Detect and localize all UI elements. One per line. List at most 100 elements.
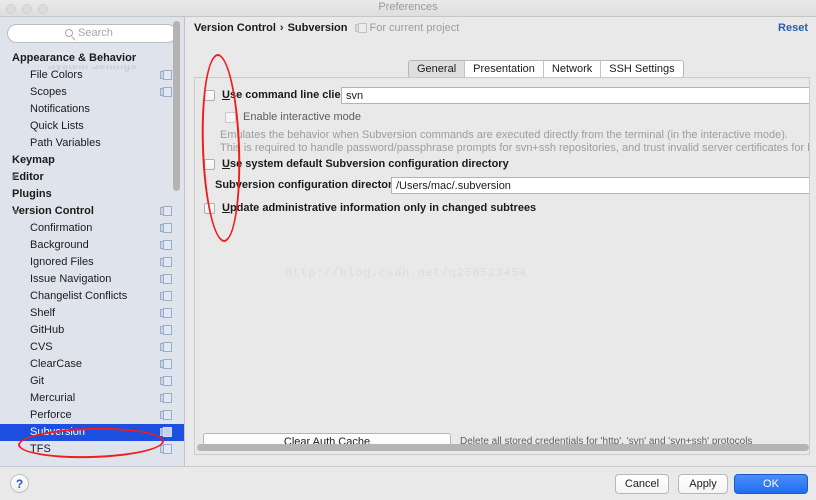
sidebar-item-perforce[interactable]: Perforce (0, 407, 184, 424)
interactive-mode-label: Enable interactive mode (243, 111, 362, 123)
config-dir-input[interactable]: /Users/mac/.subversion (391, 177, 809, 194)
sidebar-item-ignored-files[interactable]: Ignored Files (0, 254, 184, 271)
sidebar-item-cvs[interactable]: CVS (0, 339, 184, 356)
apply-button[interactable]: Apply (678, 474, 728, 494)
tab-bar[interactable]: General Presentation Network SSH Settings (408, 60, 684, 78)
sidebar-item-path-variables[interactable]: Path Variables (0, 135, 184, 152)
copy-settings-icon[interactable] (160, 342, 172, 352)
description-line-1: Emulates the behavior when Subversion co… (220, 129, 788, 141)
panel-horizontal-scrollbar[interactable] (197, 444, 809, 451)
project-scope-label: For current project (369, 22, 460, 34)
sidebar-item-scopes[interactable]: Scopes (0, 84, 184, 101)
update-admin-checkbox[interactable] (204, 202, 215, 214)
copy-settings-icon[interactable] (160, 308, 172, 318)
sidebar-item-label: Confirmation (30, 222, 93, 234)
sidebar-item-version-control[interactable]: Version Control (0, 203, 184, 220)
copy-settings-icon[interactable] (160, 393, 172, 403)
sidebar-item-appearance-behavior[interactable]: Appearance & Behavior (0, 50, 184, 67)
tab-presentation[interactable]: Presentation (465, 61, 544, 77)
copy-settings-icon[interactable] (160, 410, 172, 420)
copy-settings-icon[interactable] (160, 87, 172, 97)
search-input[interactable]: Search (7, 24, 177, 43)
sidebar-item-file-colors[interactable]: File Colors (0, 67, 184, 84)
search-field-wrapper[interactable]: Search (7, 24, 177, 43)
copy-settings-icon[interactable] (160, 427, 172, 437)
sidebar-item-plugins[interactable]: Plugins (0, 186, 184, 203)
tab-ssh-settings[interactable]: SSH Settings (601, 61, 683, 77)
dialog-footer: ? Cancel Apply OK (0, 466, 816, 500)
copy-settings-icon[interactable] (160, 376, 172, 386)
tab-general[interactable]: General (409, 61, 466, 77)
sidebar-item-background[interactable]: Background (0, 237, 184, 254)
use-system-default-checkbox[interactable] (204, 158, 215, 170)
copy-settings-icon[interactable] (160, 223, 172, 233)
sidebar-item-git[interactable]: Git (0, 373, 184, 390)
sidebar-item-label: GitHub (30, 324, 65, 336)
ok-button[interactable]: OK (734, 474, 808, 494)
copy-settings-icon[interactable] (160, 257, 172, 267)
update-admin-row[interactable]: Update administrative information only i… (204, 202, 536, 214)
sidebar-item-label: Keymap (12, 154, 55, 166)
sidebar-item-label: Scopes (30, 86, 67, 98)
sidebar-item-label: Mercurial (30, 392, 76, 404)
sidebar-item-label: Ignored Files (30, 256, 94, 268)
copy-settings-icon[interactable] (160, 325, 172, 335)
sidebar-item-confirmation[interactable]: Confirmation (0, 220, 184, 237)
sidebar-item-subversion[interactable]: Subversion (0, 424, 184, 441)
use-cli-checkbox[interactable] (204, 89, 215, 101)
breadcrumb-root[interactable]: Version Control (194, 22, 276, 34)
sidebar-item-mercurial[interactable]: Mercurial (0, 390, 184, 407)
sidebar-item-label: Issue Navigation (30, 273, 112, 285)
sidebar-scrollbar-thumb[interactable] (173, 21, 180, 191)
use-system-default-row[interactable]: Use system default Subversion configurat… (204, 158, 509, 170)
copy-settings-icon[interactable] (160, 274, 172, 284)
copy-settings-icon[interactable] (160, 206, 172, 216)
copy-settings-icon[interactable] (160, 359, 172, 369)
settings-sidebar: Search System Settings Appearance & Beha… (0, 17, 185, 466)
sidebar-item-tfs[interactable]: TFS (0, 441, 184, 458)
sidebar-item-label: ClearCase (30, 358, 82, 370)
sidebar-item-changelist-conflicts[interactable]: Changelist Conflicts (0, 288, 184, 305)
chevron-down-icon[interactable] (13, 210, 19, 214)
sidebar-item-label: Path Variables (30, 137, 101, 149)
config-dir-value: /Users/mac/.subversion (396, 179, 511, 192)
settings-tree[interactable]: System Settings Appearance & Behavior Fil… (0, 50, 184, 466)
cli-path-input[interactable]: svn (341, 87, 809, 104)
search-placeholder: Search (78, 27, 113, 39)
window-title: Preferences (378, 1, 438, 13)
sidebar-item-quick-lists[interactable]: Quick Lists (0, 118, 184, 135)
interactive-mode-row[interactable]: Enable interactive mode (225, 111, 361, 123)
interactive-mode-checkbox[interactable] (225, 111, 236, 123)
sidebar-item-clearcase[interactable]: ClearCase (0, 356, 184, 373)
sidebar-item-label: TFS (30, 443, 51, 455)
sidebar-item-label: Shelf (30, 307, 56, 319)
copy-settings-icon[interactable] (160, 444, 172, 454)
copy-settings-icon[interactable] (160, 70, 172, 80)
cancel-button[interactable]: Cancel (615, 474, 669, 494)
sidebar-item-label: Appearance & Behavior (12, 52, 137, 64)
breadcrumb-separator: › (279, 22, 284, 34)
config-dir-label: Subversion configuration directory: (215, 179, 403, 191)
copy-settings-icon[interactable] (160, 240, 172, 250)
use-cli-row[interactable]: Use command line client: (204, 89, 355, 101)
sidebar-item-notifications[interactable]: Notifications (0, 101, 184, 118)
sidebar-item-label: Notifications (30, 103, 90, 115)
sidebar-item-label: Plugins (12, 188, 52, 200)
config-dir-row: Subversion configuration directory: (215, 179, 402, 191)
copy-settings-icon[interactable] (160, 291, 172, 301)
sidebar-item-shelf[interactable]: Shelf (0, 305, 184, 322)
sidebar-item-label: Perforce (30, 409, 72, 421)
help-button[interactable]: ? (10, 474, 29, 493)
sidebar-item-label: Git (30, 375, 45, 387)
sidebar-item-issue-navigation[interactable]: Issue Navigation (0, 271, 184, 288)
breadcrumb: Version Control › Subversion For current… (194, 22, 459, 34)
reset-link[interactable]: Reset (778, 22, 808, 34)
use-cli-label: Use command line client: (222, 89, 355, 101)
sidebar-item-editor[interactable]: Editor (0, 169, 184, 186)
watermark-text: http://blog.csdn.net/q258523454 (285, 266, 527, 280)
tab-network[interactable]: Network (543, 61, 602, 77)
sidebar-item-github[interactable]: GitHub (0, 322, 184, 339)
chevron-right-icon[interactable] (13, 174, 17, 180)
use-system-default-label: Use system default Subversion configurat… (222, 158, 509, 170)
sidebar-item-keymap[interactable]: Keymap (0, 152, 184, 169)
